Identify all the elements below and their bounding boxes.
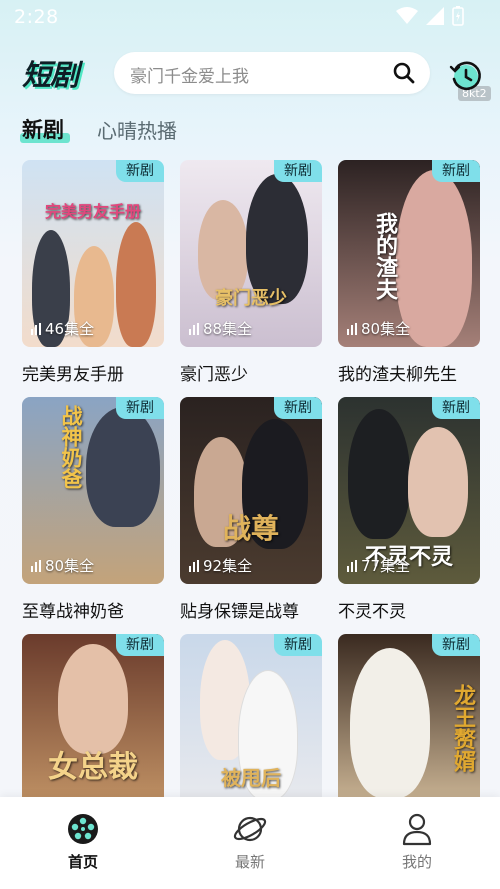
wifi-icon xyxy=(396,7,418,24)
drama-poster[interactable]: 完美男友手册 新剧 46集全 xyxy=(22,160,164,347)
status-time: 2:28 xyxy=(14,6,59,28)
episode-count: 80集全 xyxy=(347,318,410,339)
signal-icon xyxy=(426,7,444,25)
nav-home[interactable]: 首页 xyxy=(43,811,123,872)
new-badge: 新剧 xyxy=(116,160,164,182)
bars-icon xyxy=(189,559,199,572)
drama-poster[interactable]: 战尊 新剧 92集全 xyxy=(180,397,322,584)
episode-count: 92集全 xyxy=(189,555,252,576)
battery-icon xyxy=(452,6,464,26)
new-badge: 新剧 xyxy=(432,397,480,419)
bars-icon xyxy=(31,559,41,572)
drama-title[interactable]: 豪门恶少 xyxy=(180,360,340,385)
bars-icon xyxy=(347,322,357,335)
episode-count: 80集全 xyxy=(31,555,94,576)
history-icon[interactable] xyxy=(446,56,486,96)
new-badge: 新剧 xyxy=(116,634,164,656)
episode-count: 88集全 xyxy=(189,318,252,339)
bars-icon xyxy=(347,559,357,572)
poster-title-art: 女总裁 xyxy=(48,750,138,785)
bars-icon xyxy=(31,322,41,335)
new-badge: 新剧 xyxy=(274,634,322,656)
planet-icon xyxy=(233,816,267,842)
bottom-nav: 首页 最新 我的 xyxy=(0,797,500,889)
new-badge: 新剧 xyxy=(432,160,480,182)
drama-poster[interactable]: 战神奶爸 新剧 80集全 xyxy=(22,397,164,584)
poster-title-art: 战尊 xyxy=(222,512,279,545)
status-icons xyxy=(396,6,464,26)
nav-latest[interactable]: 最新 xyxy=(210,811,290,872)
new-badge: 新剧 xyxy=(274,160,322,182)
bars-icon xyxy=(189,322,199,335)
new-badge: 新剧 xyxy=(274,397,322,419)
tab-new-dramas[interactable]: 新剧 xyxy=(22,114,64,144)
drama-title[interactable]: 不灵不灵 xyxy=(338,597,498,622)
poster-title-art: 完美男友手册 xyxy=(44,202,141,221)
film-reel-icon xyxy=(68,814,98,844)
search-bar[interactable]: 豪门千金爱上我 xyxy=(114,52,430,94)
category-tabs: 新剧 心晴热播 xyxy=(0,108,500,152)
user-icon xyxy=(402,813,432,846)
poster-title-art: 我的渣夫 xyxy=(372,212,397,300)
drama-poster[interactable]: 被甩后 新剧 xyxy=(180,634,322,821)
drama-poster[interactable]: 女总裁 新剧 xyxy=(22,634,164,821)
drama-poster[interactable]: 不灵不灵 新剧 77集全 xyxy=(338,397,480,584)
drama-title[interactable]: 完美男友手册 xyxy=(22,360,182,385)
search-placeholder: 豪门千金爱上我 xyxy=(130,67,249,87)
logo-text: 短剧 xyxy=(22,58,79,92)
drama-poster[interactable]: 龙王赘婿 新剧 xyxy=(338,634,480,821)
episode-count: 46集全 xyxy=(31,318,94,339)
tab-hot-dramas[interactable]: 心晴热播 xyxy=(97,115,177,144)
nav-home-label: 首页 xyxy=(67,853,98,871)
nav-mine[interactable]: 我的 xyxy=(377,811,457,872)
app-logo: 短剧 xyxy=(22,52,92,92)
drama-poster[interactable]: 豪门恶少 新剧 88集全 xyxy=(180,160,322,347)
header: 短剧 豪门千金爱上我 8kt2 xyxy=(0,44,500,106)
drama-title[interactable]: 我的渣夫柳先生 xyxy=(338,360,498,385)
new-badge: 新剧 xyxy=(116,397,164,419)
nav-latest-label: 最新 xyxy=(234,853,265,871)
nav-mine-label: 我的 xyxy=(401,853,432,871)
search-icon[interactable] xyxy=(392,61,416,85)
poster-title-art: 被甩后 xyxy=(221,766,281,790)
episode-count: 77集全 xyxy=(347,555,410,576)
new-badge: 新剧 xyxy=(432,634,480,656)
poster-title-art: 豪门恶少 xyxy=(215,288,287,309)
drama-title[interactable]: 至尊战神奶爸 xyxy=(22,597,182,622)
drama-title[interactable]: 贴身保镖是战尊 xyxy=(180,597,340,622)
poster-title-art: 战神奶爸 xyxy=(59,405,83,489)
drama-poster[interactable]: 我的渣夫 新剧 80集全 xyxy=(338,160,480,347)
status-bar: 2:28 xyxy=(0,0,500,36)
poster-title-art: 龙王赘婿 xyxy=(450,684,475,772)
